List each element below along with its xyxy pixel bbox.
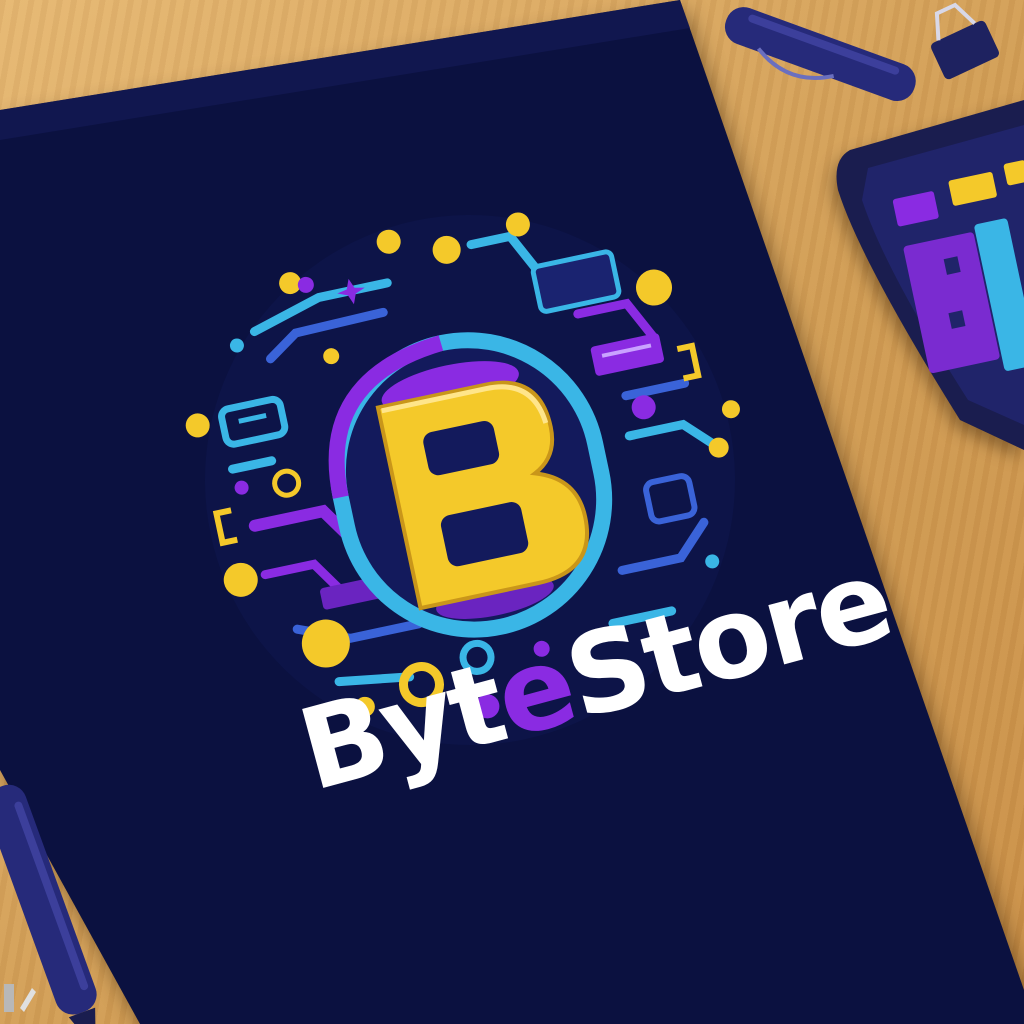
watermark-icon xyxy=(4,984,36,1012)
binder-clip xyxy=(931,2,999,80)
scene xyxy=(0,0,1024,1024)
pen-top xyxy=(724,7,916,102)
tablet xyxy=(836,100,1024,450)
